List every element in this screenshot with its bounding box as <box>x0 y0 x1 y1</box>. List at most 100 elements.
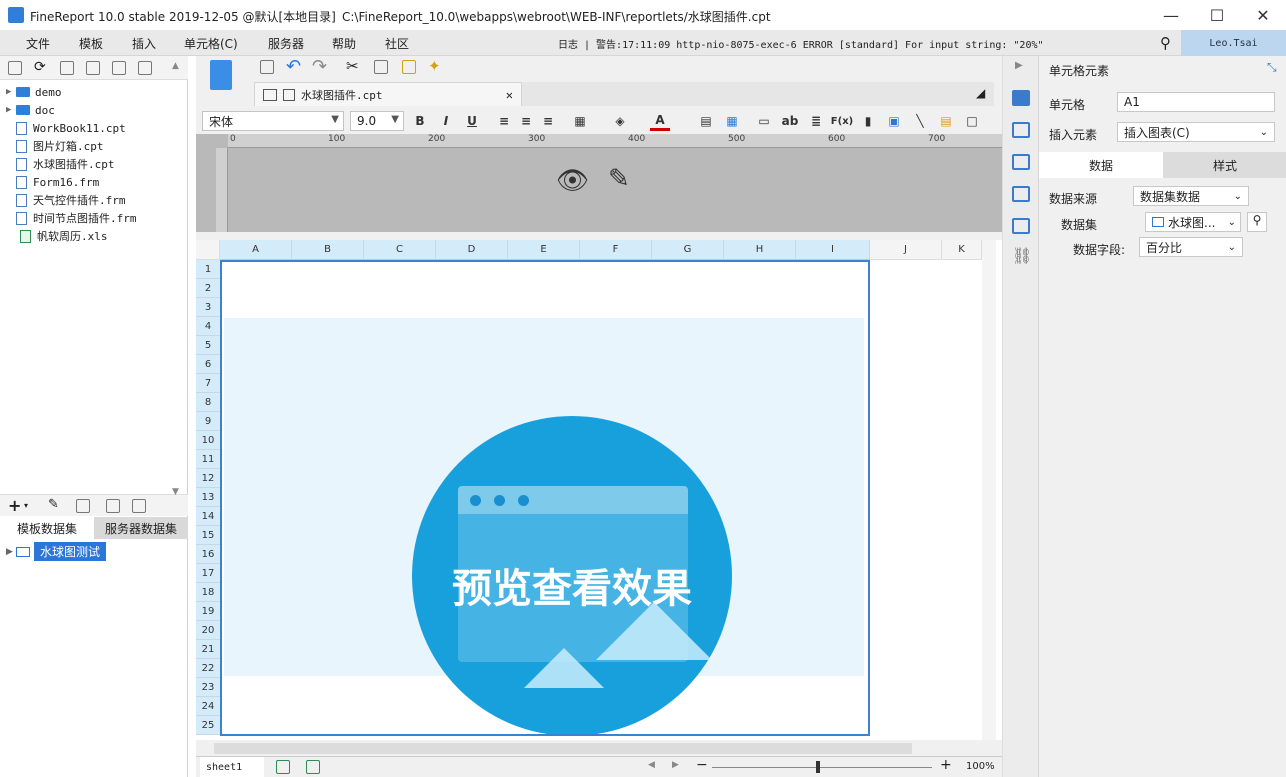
tab-liquid-chart-file[interactable]: 水球图插件.cpt ✕ <box>254 82 522 106</box>
scroll-thumb[interactable] <box>214 743 912 754</box>
row-header[interactable]: 12 <box>196 469 220 488</box>
minimize-button[interactable]: — <box>1148 0 1194 30</box>
menu-cell[interactable]: 单元格(C) <box>184 35 238 52</box>
row-header[interactable]: 10 <box>196 431 220 450</box>
add-form-sheet-icon[interactable] <box>306 760 320 774</box>
tree-item-workbook11[interactable]: WorkBook11.cpt <box>6 119 126 137</box>
row-header[interactable]: 21 <box>196 640 220 659</box>
widget-settings-icon[interactable] <box>1012 186 1030 202</box>
menu-file[interactable]: 文件 <box>26 35 50 52</box>
search-icon[interactable]: ⚲ <box>1160 34 1171 52</box>
slash-icon[interactable]: ╲ <box>910 111 930 131</box>
merge-cells-icon[interactable]: ▤ <box>696 111 716 131</box>
column-header[interactable]: C <box>364 240 436 260</box>
align-left-icon[interactable]: ≡ <box>494 111 514 131</box>
row-header[interactable]: 3 <box>196 298 220 317</box>
collapse-up-icon[interactable]: ▲ <box>172 61 179 71</box>
edit-icon[interactable]: ✎ <box>48 497 59 512</box>
row-header[interactable]: 19 <box>196 602 220 621</box>
row-header[interactable]: 18 <box>196 583 220 602</box>
row-header[interactable]: 5 <box>196 336 220 355</box>
row-header[interactable]: 16 <box>196 545 220 564</box>
preview-dataset-icon[interactable] <box>106 499 120 513</box>
refresh-icon[interactable]: ⟳ <box>34 59 46 75</box>
paste-icon[interactable] <box>402 60 416 74</box>
expand-arrow-icon[interactable]: ▶ <box>6 547 16 557</box>
float-element-icon[interactable] <box>1012 154 1030 170</box>
font-family-select[interactable]: 宋体 ▼ <box>202 111 344 131</box>
zoom-in-icon[interactable]: + <box>940 757 952 773</box>
vertical-scrollbar[interactable] <box>982 240 996 740</box>
row-header[interactable]: 8 <box>196 393 220 412</box>
add-sheet-icon[interactable] <box>276 760 290 774</box>
redo-icon[interactable]: ↷ <box>312 56 327 77</box>
table-icon[interactable]: ▦ <box>722 111 742 131</box>
row-header[interactable]: 14 <box>196 507 220 526</box>
tree-item-form16[interactable]: Form16.frm <box>6 173 99 191</box>
menu-help[interactable]: 帮助 <box>332 35 356 52</box>
column-header[interactable]: B <box>292 240 364 260</box>
formula-icon[interactable]: F(x) <box>831 111 853 131</box>
maximize-button[interactable]: ☐ <box>1194 0 1240 30</box>
italic-button[interactable]: I <box>436 111 456 131</box>
zoom-out-icon[interactable]: − <box>696 757 708 773</box>
row-header[interactable]: 9 <box>196 412 220 431</box>
menu-insert[interactable]: 插入 <box>132 35 156 52</box>
column-header[interactable]: F <box>580 240 652 260</box>
row-header[interactable]: 11 <box>196 450 220 469</box>
delete-icon[interactable] <box>76 499 90 513</box>
collapse-down-icon[interactable]: ▼ <box>172 487 179 497</box>
copy-icon[interactable] <box>374 60 388 74</box>
font-size-select[interactable]: 9.0 ▼ <box>350 111 404 131</box>
subreport-icon[interactable]: ▤ <box>936 111 956 131</box>
expand-panel-icon[interactable]: ▶ <box>1015 60 1023 71</box>
insert-element-select[interactable]: 插入图表(C) ⌄ <box>1117 122 1275 142</box>
row-header[interactable]: 4 <box>196 317 220 336</box>
expand-arrow-icon[interactable]: ▶ <box>6 87 16 97</box>
bold-button[interactable]: B <box>410 111 430 131</box>
underline-button[interactable]: U <box>462 111 482 131</box>
copy-icon[interactable] <box>138 61 152 75</box>
spreadsheet-grid[interactable]: A B C D E F G H I J K 1 2 3 4 5 6 7 8 9 … <box>196 240 1002 740</box>
row-header[interactable]: 7 <box>196 374 220 393</box>
close-button[interactable]: ✕ <box>1240 0 1286 30</box>
add-dataset-icon[interactable]: + <box>8 496 21 515</box>
save-icon[interactable] <box>260 60 274 74</box>
tab-server-dataset[interactable]: 服务器数据集 <box>94 517 188 539</box>
template-icon[interactable] <box>60 61 74 75</box>
tree-item-image-lightbox[interactable]: 图片灯箱.cpt <box>6 137 104 155</box>
cut-icon[interactable]: ✂ <box>346 57 359 75</box>
menu-community[interactable]: 社区 <box>385 35 409 52</box>
row-header[interactable]: 22 <box>196 659 220 678</box>
tab-menu-icon[interactable]: ◢ <box>976 86 985 100</box>
fill-color-icon[interactable]: ◈ <box>610 111 630 131</box>
next-sheet-icon[interactable]: ▶ <box>672 760 679 770</box>
tree-item-timeline-chart[interactable]: 时间节点图插件.frm <box>6 209 137 227</box>
chart-icon[interactable]: ▮ <box>858 111 878 131</box>
column-header[interactable]: D <box>436 240 508 260</box>
zoom-slider-track[interactable] <box>712 767 932 768</box>
tab-style[interactable]: 样式 <box>1163 152 1286 178</box>
row-header[interactable]: 6 <box>196 355 220 374</box>
row-header[interactable]: 2 <box>196 279 220 298</box>
tree-item-demo[interactable]: ▶ demo <box>6 83 62 101</box>
log-status-text[interactable]: 日志 | 警告:17:11:09 http-nio-8075-exec-6 ER… <box>558 36 1044 51</box>
font-color-icon[interactable]: A <box>650 111 670 131</box>
row-header[interactable]: 24 <box>196 697 220 716</box>
delete-icon[interactable] <box>112 61 126 75</box>
data-field-select[interactable]: 百分比 ⌄ <box>1139 237 1243 257</box>
format-brush-icon[interactable]: ✦ <box>428 57 441 75</box>
float-element-icon[interactable]: □ <box>962 111 982 131</box>
condition-attributes-icon[interactable] <box>1012 218 1030 234</box>
settings-icon[interactable] <box>86 61 100 75</box>
align-center-icon[interactable]: ≡ <box>516 111 536 131</box>
row-header[interactable]: 20 <box>196 621 220 640</box>
hide-eye-icon[interactable]: 👁 <box>556 166 589 196</box>
user-account[interactable]: Leo.Tsai <box>1181 30 1286 56</box>
image-icon[interactable]: ▣ <box>884 111 904 131</box>
row-header[interactable]: 13 <box>196 488 220 507</box>
border-icon[interactable]: ▦ <box>570 111 590 131</box>
column-header[interactable]: J <box>870 240 942 260</box>
sheet-tab[interactable]: sheet1 <box>200 757 264 777</box>
text-wrap-icon[interactable]: ▭ <box>754 111 774 131</box>
